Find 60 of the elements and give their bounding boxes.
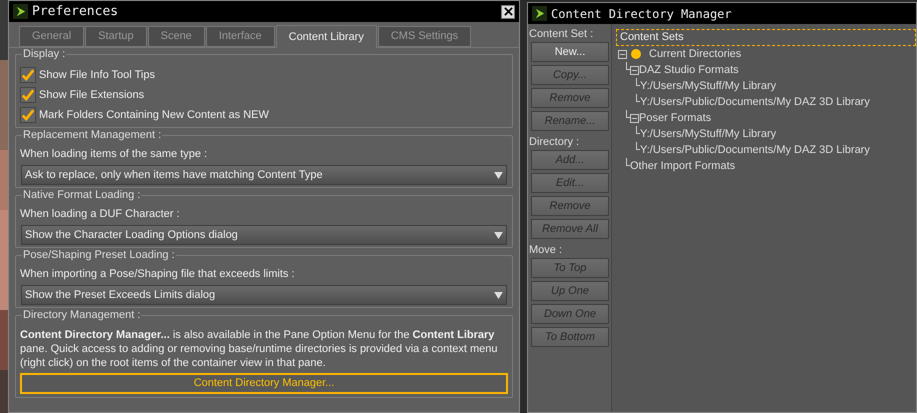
- tree-item[interactable]: Y:/Users/Public/Documents/My DAZ 3D Library: [640, 142, 870, 158]
- tree-item[interactable]: Y:/Users/Public/Documents/My DAZ 3D Library: [640, 94, 870, 110]
- tab[interactable]: Content Library: [276, 25, 377, 48]
- tree-item[interactable]: Current Directories: [649, 46, 742, 62]
- logo-icon: [532, 6, 547, 21]
- button: Add...: [531, 150, 609, 170]
- tab[interactable]: Startup: [85, 26, 147, 47]
- group-title: Native Format Loading :: [22, 189, 142, 202]
- group-title: Directory Management :: [22, 309, 142, 322]
- tab[interactable]: CMS Settings: [378, 26, 472, 47]
- caret-icon: [494, 232, 503, 238]
- tree-item[interactable]: Y:/Users/MyStuff/My Library: [640, 126, 776, 142]
- section-label: Directory :: [529, 135, 580, 150]
- tree-item[interactable]: Y:/Users/MyStuff/My Library: [640, 78, 776, 94]
- button: Remove: [531, 196, 609, 216]
- tree-item[interactable]: Other Import Formats: [630, 158, 736, 174]
- section-label: Content Set :: [529, 27, 594, 42]
- dropdown[interactable]: Ask to replace, only when items have matching Content Type: [21, 165, 507, 185]
- caret-icon: [494, 172, 503, 178]
- checkbox-label: Mark Folders Containing New Content as NEW: [39, 108, 269, 123]
- button: Remove All: [531, 219, 609, 239]
- button: Edit...: [531, 173, 609, 193]
- checkbox[interactable]: [20, 67, 36, 83]
- button: Down One: [531, 304, 609, 324]
- tab[interactable]: General: [19, 26, 84, 47]
- button: Copy...: [531, 65, 609, 85]
- group-title: Replacement Management :: [22, 129, 162, 142]
- tab[interactable]: Scene: [148, 26, 205, 47]
- button[interactable]: New...: [531, 42, 609, 62]
- group-title: Display :: [22, 48, 66, 61]
- checkbox[interactable]: [20, 107, 36, 123]
- section-label: Move :: [529, 243, 564, 258]
- dropdown[interactable]: Show the Character Loading Options dialog: [21, 225, 507, 245]
- description: Content Directory Manager... is also available in the Pane Option Menu for the Content Library pane. Quick access to adding or removing base/runtime directories is provided via a context menu (right click) on the root items of the container view in that pane.: [20, 328, 499, 370]
- logo-icon: [13, 4, 28, 19]
- button: Remove: [531, 88, 609, 108]
- tree-item[interactable]: Content Sets: [616, 29, 916, 46]
- button: To Bottom: [531, 327, 609, 347]
- collapse-icon[interactable]: [618, 50, 627, 58]
- tree-item[interactable]: Poser Formats: [639, 110, 712, 126]
- window-title: Preferences: [32, 2, 120, 21]
- button: To Top: [531, 258, 609, 278]
- window-title: Content Directory Manager: [551, 6, 732, 22]
- dropdown[interactable]: Show the Preset Exceeds Limits dialog: [21, 285, 507, 305]
- tab[interactable]: Interface: [206, 26, 275, 47]
- checkbox-label: Show File Info Tool Tips: [39, 68, 155, 83]
- field-label: When loading a DUF Character :: [20, 207, 181, 222]
- collapse-icon[interactable]: [630, 66, 639, 74]
- group-title: Pose/Shaping Preset Loading :: [22, 249, 176, 262]
- field-label: When importing a Pose/Shaping file that exceeds limits :: [20, 267, 296, 282]
- collapse-icon[interactable]: [630, 114, 639, 122]
- field-label: When loading items of the same type :: [20, 147, 208, 162]
- manager-button[interactable]: Content Directory Manager...: [20, 372, 508, 394]
- caret-icon: [494, 292, 503, 298]
- button: Rename...: [531, 111, 609, 131]
- tree-item[interactable]: DAZ Studio Formats: [639, 62, 739, 78]
- close-button[interactable]: [501, 4, 515, 18]
- checkbox-label: Show File Extensions: [39, 88, 144, 103]
- checkbox[interactable]: [20, 87, 36, 103]
- button: Up One: [531, 281, 609, 301]
